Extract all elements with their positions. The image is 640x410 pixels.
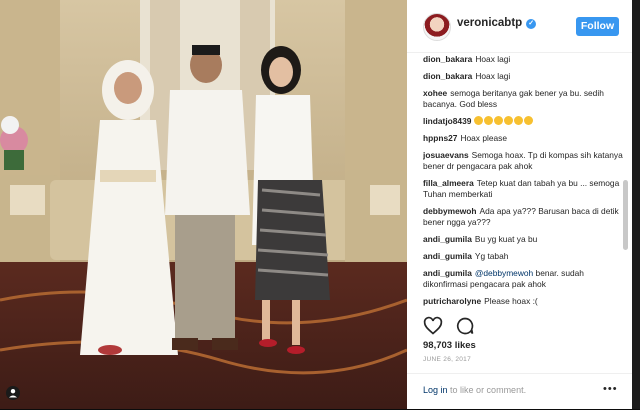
comment-item: lindatjo8439 [423, 116, 623, 127]
user-tag-icon[interactable] [6, 386, 20, 400]
crying-emoji-icon [504, 116, 514, 125]
comment-item: hppns27 Hoax please [423, 133, 623, 144]
comment-username[interactable]: putricharolyne [423, 296, 481, 306]
comment-item: debbymewoh Ada apa ya??? Barusan baca di … [423, 206, 623, 228]
post-date: JUNE 26, 2017 [423, 356, 471, 363]
comment-text: Hoax lagi [475, 71, 511, 81]
heart-icon[interactable] [423, 316, 443, 336]
comment-item: xohee semoga beritanya gak bener ya bu. s… [423, 88, 623, 110]
username-link[interactable]: veronicabtp ✓ [457, 17, 537, 29]
comment-username[interactable]: filla_almeera [423, 178, 474, 188]
post-footer: Log in to like or comment. ••• [407, 373, 632, 410]
login-suffix: to like or comment. [450, 385, 527, 395]
comments-list: dion_bakara Hoax lagi dion_bakara Hoax lag… [423, 54, 623, 308]
post-side-panel: veronicabtp ✓ Follow dion_bakara Hoax lagi… [407, 0, 632, 409]
comment-text: Yg tabah [474, 251, 509, 261]
comment-text: Please hoax :( [484, 296, 538, 306]
comment-item: andi_gumila Yg tabah [423, 251, 623, 262]
follow-button[interactable]: Follow [576, 17, 619, 36]
comment-username[interactable]: andi_gumila [423, 268, 472, 278]
comment-item: andi_gumila @debbymewoh benar. sudah diko… [423, 268, 623, 290]
comment-text: Hoax lagi [475, 54, 511, 64]
comment-text: semoga beritanya gak bener ya bu. sedih … [423, 88, 604, 109]
post-header: veronicabtp ✓ Follow [407, 0, 632, 53]
comments-scrollbar[interactable] [623, 180, 628, 250]
avatar[interactable] [423, 13, 451, 41]
comment-username[interactable]: lindatjo8439 [423, 116, 471, 126]
comment-item: josuaevans Semoga hoax. Tp di kompas sih … [423, 150, 623, 172]
comment-item: andi_gumila Bu yg kuat ya bu [423, 234, 623, 245]
more-options-icon[interactable]: ••• [603, 383, 618, 395]
comment-text: Bu yg kuat ya bu [474, 234, 538, 244]
post-photo [0, 0, 407, 409]
comment-item: dion_bakara Hoax lagi [423, 71, 623, 82]
username-text[interactable]: veronicabtp [457, 17, 522, 29]
verified-badge-icon: ✓ [526, 19, 537, 29]
comment-username[interactable]: dion_bakara [423, 54, 472, 64]
comment-username[interactable]: josuaevans [423, 150, 469, 160]
emoji-row [474, 116, 534, 126]
crying-emoji-icon [514, 116, 524, 125]
comment-username[interactable]: dion_bakara [423, 71, 472, 81]
comment-username[interactable]: andi_gumila [423, 234, 472, 244]
comment-text: Hoax please [460, 133, 507, 143]
login-prompt: Log in to like or comment. [423, 385, 526, 395]
crying-emoji-icon [474, 116, 484, 125]
comment-item: filla_almeera Tetep kuat dan tabah ya bu … [423, 178, 623, 200]
comment-item: putricharolyne Please hoax :( [423, 296, 623, 307]
crying-emoji-icon [484, 116, 494, 125]
window-scrollbar[interactable] [632, 0, 640, 409]
comment-item: dion_bakara Hoax lagi [423, 54, 623, 65]
comment-icon[interactable] [455, 316, 475, 336]
likes-count[interactable]: 98,703 likes [423, 340, 476, 351]
comment-username[interactable]: hppns27 [423, 133, 457, 143]
crying-emoji-icon [494, 116, 504, 125]
photo-illustration [0, 0, 407, 409]
login-link[interactable]: Log in [423, 385, 448, 395]
crying-emoji-icon [524, 116, 534, 125]
comment-username[interactable]: xohee [423, 88, 447, 98]
comment-username[interactable]: andi_gumila [423, 251, 472, 261]
comment-mention-link[interactable]: @debbymewoh [475, 268, 533, 278]
comment-username[interactable]: debbymewoh [423, 206, 477, 216]
